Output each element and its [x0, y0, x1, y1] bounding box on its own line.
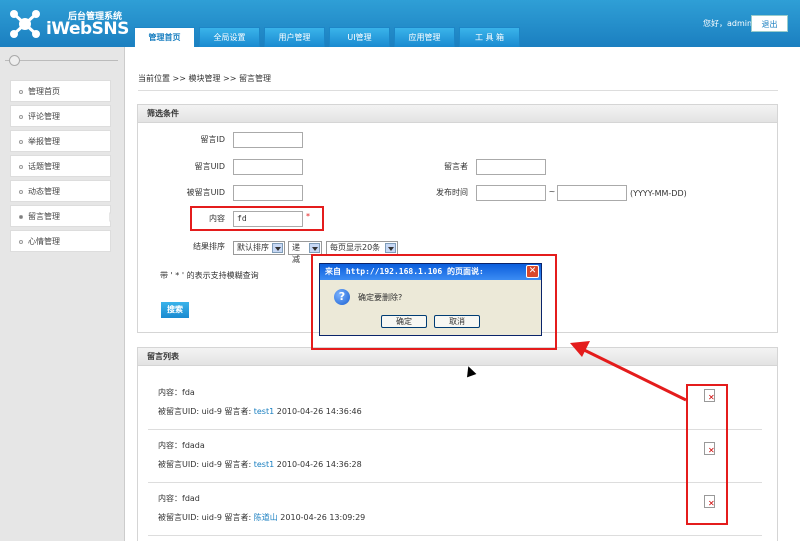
logo-icon [10, 10, 40, 38]
msg-time: 2010-04-26 14:36:28 [274, 460, 362, 469]
msg-meta: 被留言UID: uid-9 留言者: test1 2010-04-26 14:3… [158, 459, 362, 470]
bullet-icon [19, 189, 23, 194]
msg-time: 2010-04-26 13:09:29 [277, 513, 366, 522]
bullet-icon [19, 114, 23, 119]
sidebar-item-label: 留言管理 [28, 212, 60, 221]
confirm-dialog: 来自 http://192.168.1.106 的页面说: ✕ ? 确定要删除?… [319, 263, 542, 336]
annotation-arrow-icon [570, 341, 687, 402]
filter-panel-title: 筛选条件 [138, 105, 777, 123]
msg-id-label: 留言ID [200, 135, 225, 144]
msg-meta-text: 被留言UID: uid-9 留言者: [158, 460, 254, 469]
msg-content-text: fda [182, 388, 195, 397]
collapse-toggle-icon[interactable] [9, 55, 20, 66]
sidebar-item-reports[interactable]: 举报管理 [10, 130, 111, 152]
msg-content-label: 内容： [158, 494, 182, 503]
msg-uid-input[interactable] [233, 159, 303, 175]
tab-global-settings[interactable]: 全局设置 [199, 27, 260, 47]
target-uid-label: 被留言UID [186, 188, 225, 197]
annotation-box-delete [686, 384, 728, 525]
target-uid-input[interactable] [233, 185, 303, 201]
order-select[interactable]: 递减 [288, 241, 322, 264]
sidebar-item-label: 话题管理 [28, 162, 60, 171]
msg-content-label: 内容： [158, 388, 182, 397]
sidebar-item-label: 动态管理 [28, 187, 60, 196]
logout-button[interactable]: 退出 [751, 15, 788, 32]
breadcrumb: 当前位置 >> 模块管理 >> 留言管理 [138, 74, 271, 83]
sidebar-item-label: 举报管理 [28, 137, 60, 146]
question-icon: ? [334, 289, 350, 305]
sidebar-item-moods[interactable]: 心情管理 [10, 230, 111, 252]
msg-content: 内容：fdada [158, 440, 205, 451]
author-link[interactable]: test1 [254, 407, 274, 416]
msg-meta: 被留言UID: uid-9 留言者: test1 2010-04-26 14:3… [158, 406, 362, 417]
cancel-button[interactable]: 取消 [434, 315, 480, 328]
sort-select[interactable]: 默认排序 [233, 241, 285, 255]
bullet-icon [19, 139, 23, 144]
top-nav: 管理首页 全局设置 用户管理 UI管理 应用管理 工 具 箱 [134, 27, 520, 47]
order-select-value: 递减 [292, 243, 300, 264]
per-page-select[interactable]: 每页显示20条 [326, 241, 398, 255]
chevron-down-icon [272, 243, 283, 253]
sidebar-item-label: 评论管理 [28, 112, 60, 121]
tab-ui-management[interactable]: UI管理 [329, 27, 390, 47]
search-button[interactable]: 搜索 [161, 302, 189, 318]
sidebar-item-messages[interactable]: 留言管理 [10, 205, 114, 227]
tab-toolbox[interactable]: 工 具 箱 [459, 27, 520, 47]
annotation-box-content [190, 206, 324, 231]
msg-content-text: fdad [182, 494, 200, 503]
list-item: 内容：fdad 被留言UID: uid-9 留言者: 陈道山 2010-04-2… [148, 485, 762, 536]
fuzzy-note: 带 ' * ' 的表示支持模糊查询 [160, 271, 259, 280]
chevron-down-icon [385, 243, 396, 253]
list-item: 内容：fdada 被留言UID: uid-9 留言者: test1 2010-0… [148, 432, 762, 483]
author-label: 留言者 [444, 162, 468, 171]
dialog-message: 确定要删除? [358, 293, 403, 302]
msg-meta-text: 被留言UID: uid-9 留言者: [158, 407, 254, 416]
breadcrumb-divider [138, 90, 778, 91]
chevron-down-icon [309, 243, 320, 253]
header-bar: 后台管理系统 iWebSNS 管理首页 全局设置 用户管理 UI管理 应用管理 … [0, 0, 800, 47]
sidebar-item-admin-home[interactable]: 管理首页 [10, 80, 111, 102]
author-input[interactable] [476, 159, 546, 175]
bullet-icon [19, 214, 23, 219]
sidebar-item-topics[interactable]: 话题管理 [10, 155, 111, 177]
msg-id-input[interactable] [233, 132, 303, 148]
tab-user-management[interactable]: 用户管理 [264, 27, 325, 47]
sidebar-item-label: 心情管理 [28, 237, 60, 246]
tab-admin-home[interactable]: 管理首页 [134, 27, 195, 47]
sidebar-item-activity[interactable]: 动态管理 [10, 180, 111, 202]
sidebar-divider [5, 55, 118, 68]
msg-time: 2010-04-26 14:36:46 [274, 407, 362, 416]
sort-label: 结果排序 [193, 242, 225, 251]
welcome-text: 您好，admin [703, 19, 753, 28]
date-separator: ~ [548, 187, 556, 196]
msg-content-text: fdada [182, 441, 205, 450]
sidebar-item-comments[interactable]: 评论管理 [10, 105, 111, 127]
close-icon[interactable]: ✕ [526, 265, 539, 278]
author-link[interactable]: 陈道山 [254, 513, 278, 522]
msg-meta: 被留言UID: uid-9 留言者: 陈道山 2010-04-26 13:09:… [158, 512, 365, 523]
dialog-title: 来自 http://192.168.1.106 的页面说: [320, 264, 541, 280]
sidebar: 管理首页 评论管理 举报管理 话题管理 动态管理 留言管理 心情管理 [0, 47, 125, 541]
time-label: 发布时间 [436, 188, 468, 197]
bullet-icon [19, 89, 23, 94]
sidebar-item-label: 管理首页 [28, 87, 60, 96]
end-date-input[interactable] [557, 185, 627, 201]
bullet-icon [19, 239, 23, 244]
sort-select-value: 默认排序 [237, 243, 269, 252]
msg-content: 内容：fdad [158, 493, 200, 504]
author-link[interactable]: test1 [254, 460, 274, 469]
bullet-icon [19, 164, 23, 169]
msg-uid-label: 留言UID [194, 162, 225, 171]
msg-content-label: 内容： [158, 441, 182, 450]
tab-app-management[interactable]: 应用管理 [394, 27, 455, 47]
logo-title: iWebSNS [46, 19, 129, 39]
date-format-hint: (YYYY-MM-DD) [630, 189, 687, 198]
start-date-input[interactable] [476, 185, 546, 201]
per-page-select-value: 每页显示20条 [330, 243, 381, 252]
ok-button[interactable]: 确定 [381, 315, 427, 328]
msg-meta-text: 被留言UID: uid-9 留言者: [158, 513, 254, 522]
msg-content: 内容：fda [158, 387, 195, 398]
